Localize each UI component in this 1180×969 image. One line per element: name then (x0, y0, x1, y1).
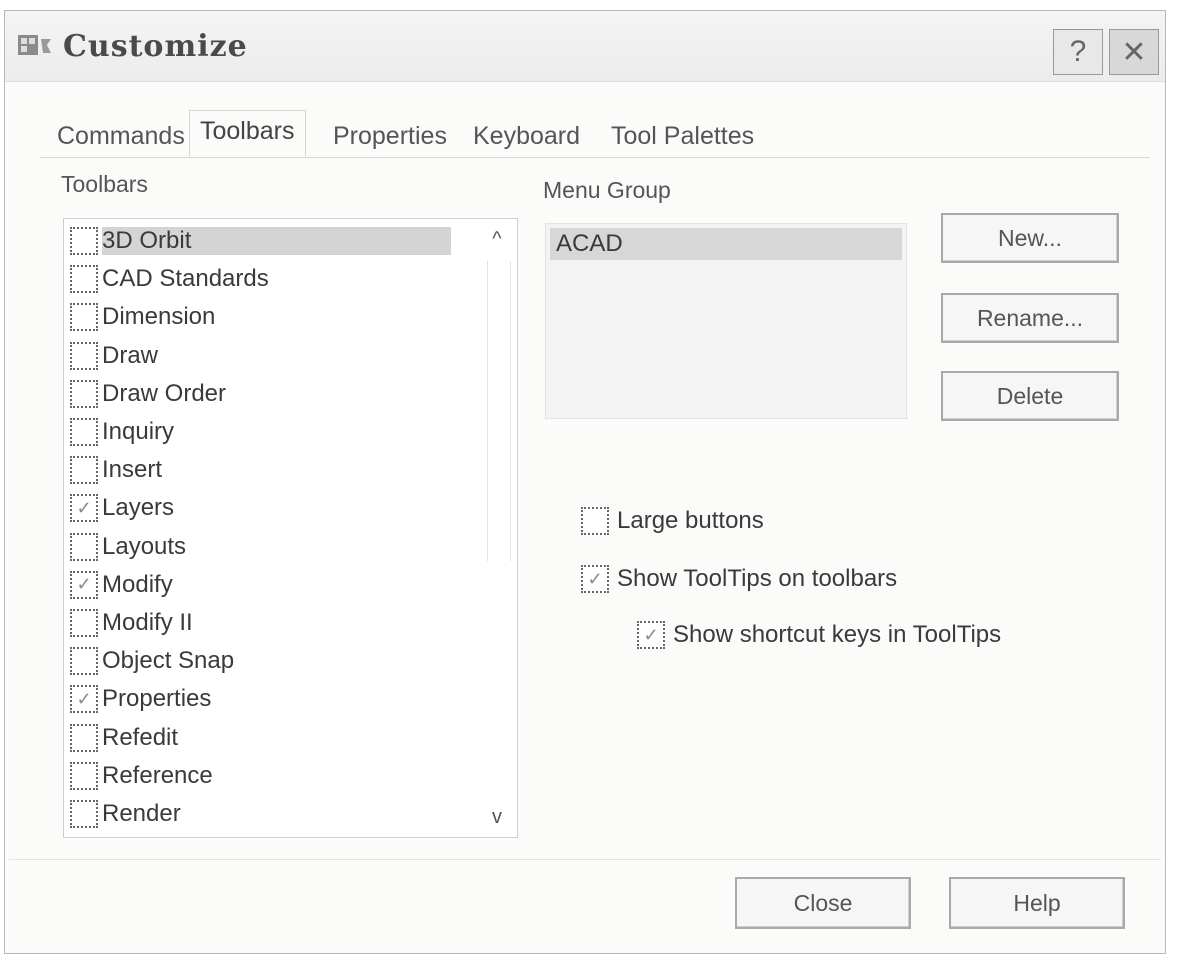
toolbar-list-item[interactable]: Reference (70, 758, 470, 794)
app-icon (18, 35, 51, 55)
show-shortcut-keys-option[interactable]: ✓ Show shortcut keys in ToolTips (637, 621, 1001, 649)
toolbar-checkbox[interactable]: ✓ (70, 494, 98, 523)
toolbar-list-item[interactable]: Draw Order (70, 376, 470, 412)
toolbar-checkbox[interactable] (70, 303, 98, 332)
dialog-title: Customize (63, 29, 248, 64)
toolbar-list-item[interactable]: Object Snap (70, 643, 470, 679)
title-help-button[interactable]: ? (1053, 29, 1103, 75)
rename-button[interactable]: Rename... (941, 293, 1119, 343)
toolbar-label: Modify II (102, 609, 193, 636)
toolbar-label: Render (102, 800, 181, 827)
menu-group-item-acad[interactable]: ACAD (550, 228, 902, 260)
toolbar-checkbox[interactable] (70, 379, 98, 408)
toolbar-list-item[interactable]: 3D Orbit (70, 223, 470, 259)
tab-toolbars[interactable]: Toolbars (189, 110, 306, 156)
toolbar-list-item[interactable]: Draw (70, 338, 470, 374)
toolbar-list-item[interactable]: Render (70, 796, 470, 832)
toolbar-checkbox[interactable] (70, 456, 98, 485)
toolbar-label: Properties (102, 685, 212, 713)
toolbar-checkbox[interactable]: ✓ (70, 685, 98, 714)
toolbars-list[interactable]: Render Reference Refedit ✓ Properties Object … (63, 218, 518, 838)
toolbars-label: Toolbars (61, 171, 148, 197)
footer-divider (9, 859, 1161, 860)
scroll-up-arrow-icon[interactable]: ^ (483, 225, 511, 253)
large-buttons-option[interactable]: Large buttons (581, 507, 764, 535)
toolbar-checkbox[interactable] (70, 532, 98, 561)
toolbar-checkbox[interactable] (70, 800, 98, 828)
show-shortcut-keys-label: Show shortcut keys in ToolTips (673, 621, 1002, 648)
scroll-down-arrow-icon[interactable]: v (483, 803, 511, 831)
tab-commands[interactable]: Commands (51, 118, 191, 155)
new-button[interactable]: New... (941, 213, 1119, 263)
menu-group-list[interactable]: ACAD (545, 223, 907, 419)
toolbar-list-item[interactable]: ✓ Layers (70, 490, 470, 526)
toolbar-label: Reference (102, 761, 213, 789)
toolbar-checkbox[interactable] (70, 609, 98, 637)
show-shortcut-keys-checkbox[interactable]: ✓ (637, 621, 665, 649)
toolbar-list-item[interactable]: ✓ Properties (70, 681, 470, 717)
large-buttons-checkbox[interactable] (581, 507, 609, 535)
tab-properties[interactable]: Properties (327, 118, 453, 155)
show-tooltips-label: Show ToolTips on toolbars (617, 565, 898, 592)
toolbar-label: CAD Standards (102, 265, 269, 293)
toolbar-checkbox[interactable] (70, 227, 98, 255)
toolbar-label: Modify (102, 570, 173, 598)
tab-strip: Commands Toolbars Properties Keyboard To… (45, 106, 1145, 156)
toolbar-list-item[interactable]: Insert (70, 452, 470, 488)
toolbar-label: 3D Orbit (102, 227, 452, 255)
toolbar-label: Refedit (102, 723, 179, 751)
show-tooltips-checkbox[interactable]: ✓ (581, 565, 609, 593)
toolbar-checkbox[interactable] (70, 265, 98, 294)
delete-button[interactable]: Delete (941, 371, 1119, 421)
title-close-button[interactable]: ✕ (1109, 29, 1159, 75)
tab-keyboard[interactable]: Keyboard (467, 118, 586, 155)
toolbar-list-item[interactable]: Layouts (70, 529, 470, 565)
toolbar-label: Layers (102, 494, 175, 522)
toolbar-label: Draw (102, 341, 159, 369)
toolbar-list-item[interactable]: Dimension (70, 299, 470, 335)
scroll-thumb[interactable] (487, 261, 511, 561)
toolbar-label: Insert (102, 456, 163, 484)
toolbar-list-item[interactable]: Refedit (70, 720, 470, 756)
toolbar-label: Dimension (102, 303, 216, 331)
menu-group-label: Menu Group (543, 177, 671, 203)
list-scrollbar[interactable]: ^ v (483, 225, 511, 831)
close-button[interactable]: Close (735, 877, 911, 929)
toolbar-checkbox[interactable] (70, 418, 98, 446)
toolbar-list-item[interactable]: CAD Standards (70, 261, 470, 297)
toolbar-label: Layouts (102, 532, 187, 560)
toolbar-checkbox[interactable] (70, 341, 98, 370)
toolbar-list-item[interactable]: Modify II (70, 605, 470, 641)
tab-tool-palettes[interactable]: Tool Palettes (605, 118, 760, 155)
toolbar-list-item[interactable]: Inquiry (70, 414, 470, 450)
title-bar: Customize ? ✕ (5, 11, 1165, 82)
toolbar-checkbox[interactable] (70, 723, 98, 752)
toolbar-label: Draw Order (102, 379, 227, 407)
help-button[interactable]: Help (949, 877, 1125, 929)
toolbar-checkbox[interactable] (70, 647, 98, 676)
customize-dialog: Customize ? ✕ Commands Toolbars Properti… (4, 10, 1166, 954)
toolbar-list-item[interactable]: ✓ Modify (70, 567, 470, 603)
toolbar-checkbox[interactable] (70, 761, 98, 790)
toolbar-label: Inquiry (102, 418, 175, 445)
toolbar-label: Object Snap (102, 647, 235, 675)
tab-divider (40, 157, 1150, 158)
large-buttons-label: Large buttons (617, 507, 764, 534)
show-tooltips-option[interactable]: ✓ Show ToolTips on toolbars (581, 565, 897, 593)
toolbar-checkbox[interactable]: ✓ (70, 570, 98, 599)
